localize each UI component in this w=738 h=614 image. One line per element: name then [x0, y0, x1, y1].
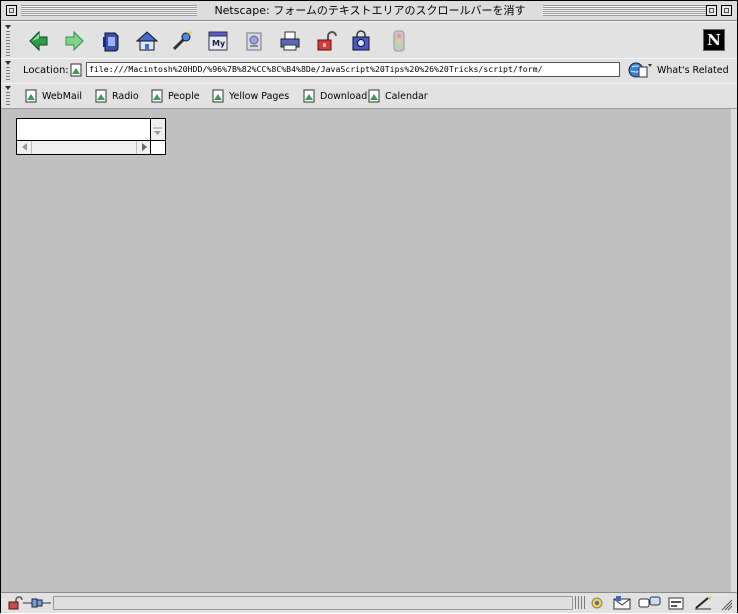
- collapse-box-icon[interactable]: [721, 5, 732, 16]
- back-arrow-icon: [29, 30, 48, 52]
- bookmark-calendar[interactable]: Calendar: [366, 88, 428, 104]
- zoom-box-icon[interactable]: [706, 5, 717, 16]
- shop-icon: [352, 30, 370, 51]
- bookmark-label: Yellow Pages: [229, 90, 290, 102]
- scroll-down-arrow-icon: [153, 127, 162, 135]
- print-icon: [280, 31, 300, 51]
- bookmark-label: Download: [320, 90, 368, 102]
- bookmark-icon: [303, 89, 315, 103]
- window-title: Netscape: フォームのテキストエリアのスクロールバーを消す: [197, 3, 543, 18]
- status-message: [53, 596, 573, 610]
- form-textarea[interactable]: [16, 118, 166, 155]
- scroll-right-arrow-icon: [142, 143, 147, 151]
- page-proxy-icon[interactable]: [68, 62, 84, 81]
- my-netscape-button[interactable]: My: [205, 28, 231, 54]
- mail-component-icon[interactable]: [612, 596, 634, 613]
- netscape-logo[interactable]: N: [703, 29, 725, 51]
- online-plug-icon[interactable]: [23, 596, 51, 613]
- textarea-vertical-scrollbar[interactable]: [150, 119, 165, 141]
- images-button[interactable]: [241, 28, 267, 54]
- back-button[interactable]: [26, 28, 52, 54]
- search-icon: [172, 30, 193, 51]
- security-button[interactable]: [313, 28, 339, 54]
- whats-related-label[interactable]: What's Related: [657, 65, 729, 76]
- scroll-left-arrow-icon: [22, 143, 27, 151]
- bookmark-webmail[interactable]: WebMail: [23, 88, 82, 104]
- reload-icon: [103, 32, 119, 52]
- bookmark-people[interactable]: People: [149, 88, 200, 104]
- security-lock-icon: [317, 31, 337, 51]
- bookmark-icon: [212, 89, 224, 103]
- personal-toolbar: WebMail Radio People Yellow Pages Downlo…: [1, 83, 737, 109]
- page-content: [1, 109, 731, 592]
- forward-arrow-icon: [65, 30, 84, 52]
- navigation-toolbar: My N: [1, 21, 737, 59]
- svg-text:My: My: [212, 39, 226, 48]
- search-button[interactable]: [169, 28, 195, 54]
- bookmark-icon: [368, 89, 380, 103]
- home-button[interactable]: [134, 28, 160, 54]
- navigator-component-icon[interactable]: [589, 596, 605, 613]
- stop-icon: [393, 30, 405, 52]
- whats-related-icon[interactable]: [627, 61, 653, 82]
- title-bar[interactable]: Netscape: フォームのテキストエリアのスクロールバーを消す: [1, 1, 737, 21]
- bookmark-radio[interactable]: Radio: [93, 88, 139, 104]
- forward-button[interactable]: [61, 28, 87, 54]
- images-icon: [246, 32, 262, 51]
- textarea-scrollbar-corner: [150, 140, 165, 154]
- print-button[interactable]: [277, 28, 303, 54]
- bookmark-icon: [151, 89, 163, 103]
- bookmark-icon: [25, 89, 37, 103]
- status-grip: [575, 596, 585, 609]
- composer-component-icon[interactable]: [667, 596, 685, 613]
- bookmark-yellow-pages[interactable]: Yellow Pages: [210, 88, 289, 104]
- reload-button[interactable]: [98, 28, 124, 54]
- location-label: Location:: [23, 65, 69, 76]
- bookmark-download[interactable]: Download: [301, 88, 367, 104]
- close-box-icon[interactable]: [6, 5, 17, 16]
- home-icon: [135, 31, 159, 51]
- resize-grip-icon[interactable]: [720, 598, 733, 614]
- personal-collapse-grip[interactable]: [4, 86, 12, 106]
- location-collapse-grip[interactable]: [4, 61, 12, 81]
- bookmark-icon: [95, 89, 107, 103]
- stop-button[interactable]: [386, 28, 412, 54]
- browser-window: Netscape: フォームのテキストエリアのスクロールバーを消す My N L…: [0, 0, 738, 613]
- status-bar: [1, 592, 737, 613]
- textarea-horizontal-scrollbar[interactable]: [17, 140, 151, 154]
- shop-button[interactable]: [348, 28, 374, 54]
- security-lock-icon[interactable]: [7, 596, 23, 613]
- bookmark-label: Calendar: [385, 90, 428, 102]
- bookmark-label: WebMail: [42, 90, 83, 102]
- toolbar-collapse-grip[interactable]: [4, 25, 12, 57]
- chat-component-icon[interactable]: [638, 596, 662, 613]
- pen-edit-icon[interactable]: [694, 596, 712, 613]
- my-netscape-icon: My: [208, 31, 228, 51]
- location-toolbar: Location: file:///Macintosh%20HDD/%96%7B…: [1, 58, 737, 84]
- bookmark-label: Radio: [112, 90, 139, 102]
- location-url-input[interactable]: file:///Macintosh%20HDD/%96%7B%82%CC%8C%…: [86, 62, 620, 77]
- bookmark-label: People: [168, 90, 200, 102]
